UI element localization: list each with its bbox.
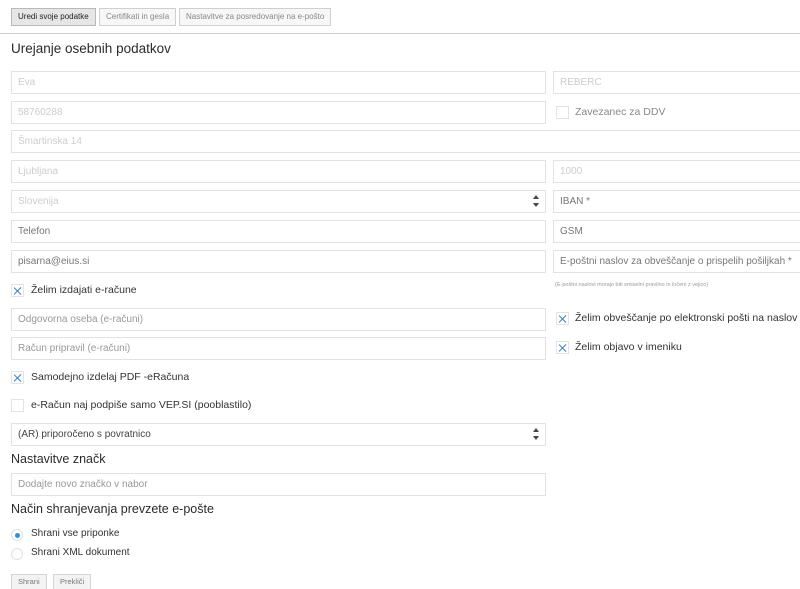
delivery-method-value: (AR) priporočeno s povratnico <box>18 429 151 440</box>
country-select[interactable]: Slovenija <box>11 190 546 213</box>
street-field[interactable]: Šmartinska 14 <box>11 130 800 153</box>
prepared-by-field[interactable]: Račun pripravil (e-računi) <box>11 337 546 360</box>
tab-email-forwarding[interactable]: Nastavitve za posredovanje na e-pošto <box>179 8 332 26</box>
auto-pdf-checkbox[interactable] <box>11 371 24 384</box>
contact-person-field[interactable]: Odgovorna oseba (e-računi) <box>11 308 546 331</box>
vep-sign-label: e-Račun naj podpiše samo VEP.SI (pooblas… <box>31 399 252 411</box>
store-all-attachments-label: Shrani vse priponke <box>31 528 120 539</box>
issue-einvoices-checkbox[interactable] <box>11 284 24 297</box>
store-xml-radio[interactable] <box>11 548 23 560</box>
tab-edit-data[interactable]: Uredi svoje podatke <box>11 8 96 26</box>
directory-label: Želim objavo v imeniku <box>575 341 682 353</box>
notify-email-field[interactable]: E-poštni naslov za obveščanje o prispeli… <box>553 250 800 273</box>
tax-number-field[interactable]: 58760288 <box>11 101 546 124</box>
page-title: Urejanje osebnih podatkov <box>11 41 171 56</box>
auto-pdf-label: Samodejno izdelaj PDF -eRačuna <box>31 371 190 383</box>
iban-field[interactable]: IBAN * <box>553 190 800 213</box>
email-notify-checkbox[interactable] <box>556 312 569 325</box>
vat-payer-checkbox[interactable] <box>556 106 569 119</box>
gsm-field[interactable]: GSM <box>553 220 800 243</box>
new-tag-field[interactable]: Dodajte novo značko v nabor <box>11 473 546 496</box>
first-name-field[interactable]: Eva <box>11 71 546 94</box>
storage-title: Način shranjevanja prevzete e-pošte <box>11 502 214 516</box>
store-xml-label: Shrani XML dokument <box>31 547 130 558</box>
vep-sign-checkbox[interactable] <box>11 399 24 412</box>
notify-email-hint: (E-poštni naslovi morajo biti smiselni p… <box>555 282 709 288</box>
store-all-attachments-radio[interactable] <box>11 529 23 541</box>
issue-einvoices-label: Želim izdajati e-račune <box>31 284 137 296</box>
delivery-method-select[interactable]: (AR) priporočeno s povratnico <box>11 423 546 446</box>
phone-field[interactable]: Telefon <box>11 220 546 243</box>
select-arrows-icon <box>533 428 539 441</box>
last-name-field[interactable]: REBERC <box>553 71 800 94</box>
save-button[interactable]: Shrani <box>11 574 47 589</box>
email-notify-label: Želim obveščanje po elektronski pošti na… <box>575 312 798 324</box>
directory-checkbox[interactable] <box>556 341 569 354</box>
tags-title: Nastavitve značk <box>11 452 106 466</box>
tab-certificates[interactable]: Certifikati in gesla <box>99 8 177 26</box>
select-arrows-icon <box>533 195 539 208</box>
city-field[interactable]: Ljubljana <box>11 160 546 183</box>
email-field[interactable]: pisarna@eius.si <box>11 250 546 273</box>
country-value: Slovenija <box>18 196 59 207</box>
postal-code-field[interactable]: 1000 <box>553 160 800 183</box>
cancel-button[interactable]: Prekliči <box>53 574 92 589</box>
tab-bar: Uredi svoje podatke Certifikati in gesla… <box>0 0 800 34</box>
vat-payer-label: Zavezanec za DDV <box>575 106 666 118</box>
